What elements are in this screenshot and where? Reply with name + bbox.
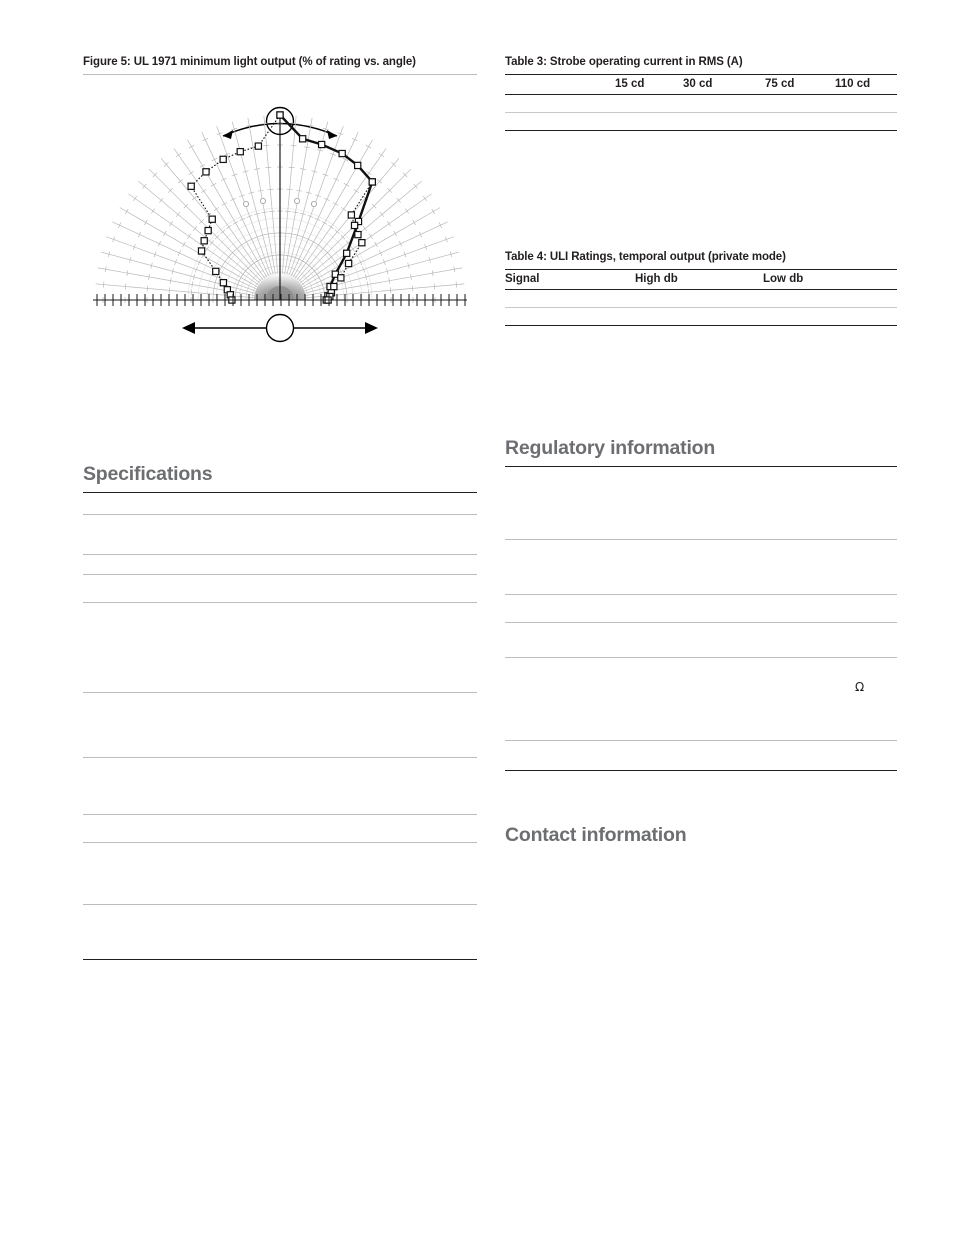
table-4-r0-c0 [505,289,635,308]
spec-row-3 [83,575,477,602]
spec-row-8 [83,843,477,904]
table-3-col-0 [505,74,615,95]
document-page: Figure 5: UL 1971 minimum light output (… [0,0,954,1235]
contact-section: Contact information [505,824,897,853]
table-3-r1-c0 [505,112,615,131]
table-3-head: 15 cd 30 cd 75 cd 110 cd [505,74,897,95]
table-3-r0-c3 [765,94,835,113]
table-3-r1-c1 [615,112,683,131]
table-4-r0-c2 [763,289,897,308]
data-point-marker [212,267,220,276]
table-4-header-row: Signal High db Low db [505,269,897,290]
data-point-marker [344,259,353,268]
data-point-marker [354,230,362,239]
table-row [505,112,897,131]
data-point-marker [254,142,263,150]
spec-row-5 [83,693,477,757]
figure-5-block: Figure 5: UL 1971 minimum light output (… [83,55,477,365]
table-3: 15 cd 30 cd 75 cd 110 cd [505,74,897,131]
spec-row-0 [83,493,477,514]
data-point-marker [200,237,208,245]
table-3-header-row: 15 cd 30 cd 75 cd 110 cd [505,74,897,95]
regulatory-row-2 [505,595,897,622]
table-row [505,289,897,308]
specifications-section: Specifications [83,463,477,960]
table-3-r1-c4 [835,112,897,131]
figure-5-caption: Figure 5: UL 1971 minimum light output (… [83,56,416,68]
data-point-marker [337,274,345,282]
data-point-marker [350,221,359,230]
table-row [505,307,897,326]
data-point-marker [347,211,356,219]
spec-row-7 [83,815,477,842]
data-point-marker [187,182,195,190]
horizontal-double-arrow-icon [182,313,378,343]
table-3-r1-c2 [683,112,765,131]
spec-row-6 [83,758,477,814]
data-point-marker [219,155,227,164]
spec-row-4 [83,603,477,692]
table-4-r1-c0 [505,307,635,326]
regulatory-row-1 [505,540,897,594]
table-3-r0-c4 [835,94,897,113]
regulatory-row-4 [505,658,897,740]
data-point-marker [204,226,212,235]
table-3-col-4: 110 cd [835,74,897,95]
table-4-r1-c2 [763,307,897,326]
ohm-symbol: Ω [855,680,865,694]
table-3-r0-c1 [615,94,683,113]
data-point-marker [219,278,228,287]
spec-row-1 [83,515,477,554]
table-4-r1-c1 [635,307,763,326]
data-point-marker [358,238,366,247]
table-4-body [505,289,897,326]
data-point-marker [354,161,362,170]
table-3-r0-c2 [683,94,765,113]
data-point-marker [236,147,244,156]
specifications-bottom-rule [83,959,477,960]
data-point-marker [342,249,351,258]
data-point-marker [338,149,346,158]
table-4-head: Signal High db Low db [505,269,897,290]
table-3-body [505,94,897,131]
table-4-r0-c1 [635,289,763,308]
table-3-col-1: 15 cd [615,74,683,95]
table-row [505,94,897,113]
table-4-col-1: High db [635,269,763,290]
regulatory-section: Regulatory information [505,437,897,771]
table-3-col-2: 30 cd [683,74,765,95]
data-point-marker [298,135,307,143]
table-3-r0-c0 [505,94,615,113]
spec-row-9 [83,905,477,959]
table-3-col-3: 75 cd [765,74,835,95]
contact-heading: Contact information [505,824,687,846]
regulatory-row-5 [505,741,897,770]
data-point-marker [317,140,326,149]
table-3-r1-c3 [765,112,835,131]
table-3-caption: Table 3: Strobe operating current in RMS… [505,56,743,68]
data-point-marker [208,215,216,223]
data-point-marker [330,282,338,291]
table-4-caption: Table 4: ULI Ratings, temporal output (p… [505,251,786,263]
data-point-marker [202,168,210,176]
spec-row-2 [83,555,477,574]
table-4-col-2: Low db [763,269,897,290]
table-4: Signal High db Low db [505,269,897,326]
specifications-heading: Specifications [83,463,213,485]
data-point-marker [368,178,376,186]
table-3-block: Table 3: Strobe operating current in RMS… [505,55,897,131]
regulatory-heading: Regulatory information [505,437,716,459]
polar-plot-svg [93,106,467,343]
figure-5-polar-chart [83,75,477,365]
table-4-col-0: Signal [505,269,635,290]
regulatory-row-0 [505,467,897,539]
table-4-block: Table 4: ULI Ratings, temporal output (p… [505,250,897,326]
regulatory-bottom-rule [505,770,897,771]
data-point-marker [276,111,284,119]
regulatory-row-3 [505,623,897,657]
data-point-marker [197,247,206,255]
